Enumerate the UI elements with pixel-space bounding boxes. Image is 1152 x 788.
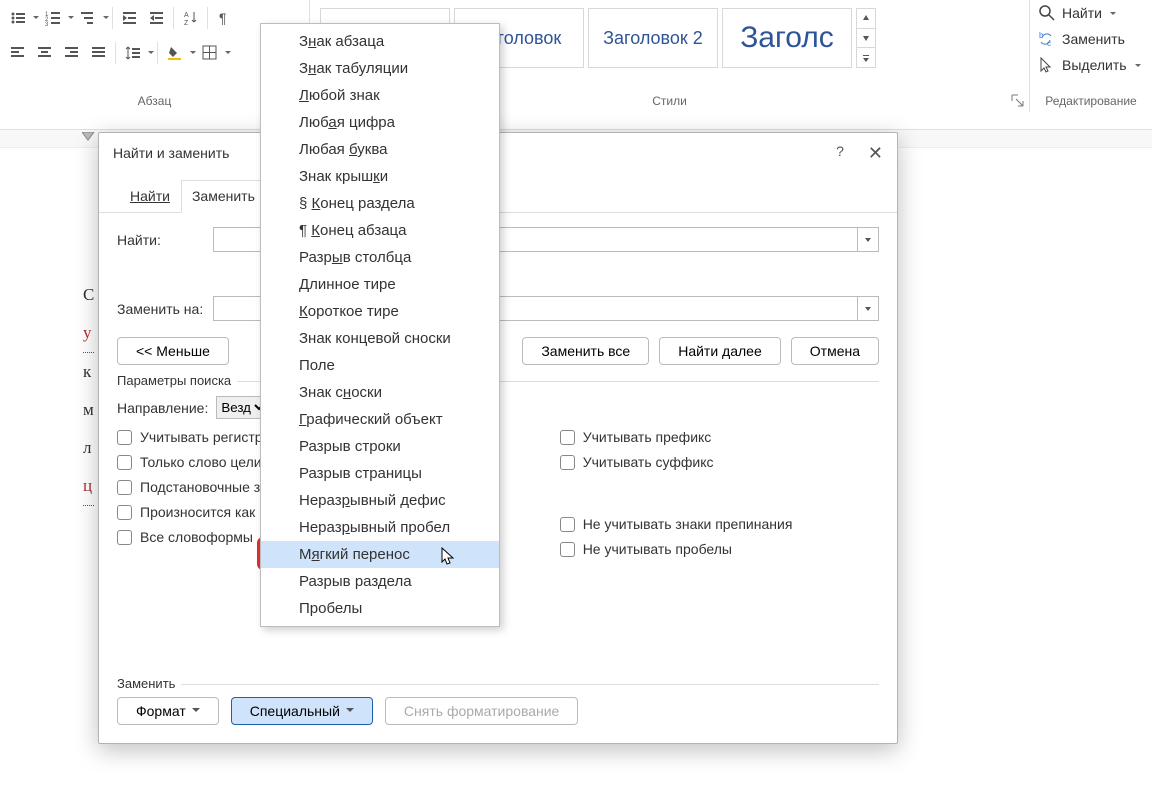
document-text-fragment: Сукмлц — [83, 276, 94, 506]
menu-item[interactable]: Любой знак — [261, 82, 499, 109]
svg-text:¶: ¶ — [219, 10, 227, 26]
checkbox-label: Не учитывать пробелы — [583, 541, 732, 557]
menu-item[interactable]: Знак концевой сноски — [261, 325, 499, 352]
checkbox-label: Произносится как — [140, 504, 255, 520]
menu-item[interactable]: Разрыв столбца — [261, 244, 499, 271]
styles-spinner[interactable] — [856, 8, 876, 68]
align-right-button[interactable] — [58, 39, 85, 66]
dialog-title-text: Найти и заменить — [113, 145, 229, 161]
increase-indent-button[interactable] — [143, 4, 170, 31]
checkbox-label: Все словоформы — [140, 529, 253, 545]
checkbox-icon — [560, 517, 575, 532]
tab-find[interactable]: Найти — [119, 180, 181, 213]
less-button[interactable]: << Меньше — [117, 337, 229, 365]
bullets-button[interactable] — [4, 4, 31, 31]
checkbox-label: Не учитывать знаки препинания — [583, 516, 793, 532]
line-spacing-button[interactable] — [119, 39, 146, 66]
checkbox-label: Учитывать префикс — [583, 429, 712, 445]
select-button[interactable]: Выделить — [1030, 52, 1152, 78]
svg-text:Z: Z — [184, 20, 189, 26]
sort-button[interactable]: AZ — [177, 4, 204, 31]
no-formatting-button: Снять форматирование — [385, 697, 578, 725]
cancel-button[interactable]: Отмена — [791, 337, 879, 365]
menu-item[interactable]: Поле — [261, 352, 499, 379]
direction-label: Направление: — [117, 400, 208, 416]
tab-replace[interactable]: Заменить — [181, 180, 266, 213]
checkbox-icon — [117, 455, 132, 470]
cursor-icon — [1038, 56, 1056, 74]
menu-item[interactable]: Неразрывный дефис — [261, 487, 499, 514]
svg-text:A: A — [184, 12, 189, 19]
multilevel-list-button[interactable] — [74, 4, 101, 31]
checkbox-option[interactable]: Учитывать префикс — [560, 429, 793, 445]
menu-item[interactable]: Разрыв страницы — [261, 460, 499, 487]
menu-item[interactable]: Любая цифра — [261, 109, 499, 136]
checkbox-label: Учитывать регистр — [140, 429, 263, 445]
special-characters-menu[interactable]: Знак абзацаЗнак табуляцииЛюбой знакЛюбая… — [260, 23, 500, 627]
styles-down-icon[interactable] — [857, 29, 875, 49]
menu-item[interactable]: Неразрывный пробел — [261, 514, 499, 541]
ribbon: 123 AZ ¶ Абзац интервала Заголовок — [0, 0, 1152, 130]
replace-all-button[interactable]: Заменить все — [522, 337, 649, 365]
style-heading2[interactable]: Заголовок 2 — [588, 8, 718, 68]
indent-marker-icon[interactable] — [82, 132, 96, 146]
align-center-button[interactable] — [31, 39, 58, 66]
svg-text:3: 3 — [45, 22, 49, 26]
menu-item[interactable]: Мягкий перенос — [261, 541, 499, 568]
format-button[interactable]: Формат — [117, 697, 219, 725]
checkbox-icon — [560, 455, 575, 470]
justify-button[interactable] — [85, 39, 112, 66]
show-hide-button[interactable]: ¶ — [211, 4, 238, 31]
replace-group-legend: Заменить — [117, 676, 181, 691]
replace-history-dropdown[interactable] — [857, 296, 879, 321]
menu-item[interactable]: Короткое тире — [261, 298, 499, 325]
checkbox-icon — [117, 480, 132, 495]
menu-item[interactable]: § Конец раздела — [261, 190, 499, 217]
checkbox-icon — [117, 530, 132, 545]
menu-item[interactable]: ¶ Конец абзаца — [261, 217, 499, 244]
special-button[interactable]: Специальный — [231, 697, 373, 725]
checkbox-label: Учитывать суффикс — [583, 454, 714, 470]
search-icon — [1038, 4, 1056, 22]
style-title[interactable]: Заголс — [722, 8, 852, 68]
checkbox-option[interactable]: Не учитывать пробелы — [560, 541, 793, 557]
find-button[interactable]: Найти — [1030, 0, 1152, 26]
menu-item[interactable]: Знак табуляции — [261, 55, 499, 82]
numbering-button[interactable]: 123 — [39, 4, 66, 31]
menu-item[interactable]: Любая буква — [261, 136, 499, 163]
find-history-dropdown[interactable] — [857, 227, 879, 252]
replace-icon: bc — [1038, 30, 1056, 48]
decrease-indent-button[interactable] — [116, 4, 143, 31]
shading-button[interactable] — [161, 39, 188, 66]
find-label: Найти: — [117, 232, 213, 248]
checkbox-icon — [117, 430, 132, 445]
menu-item[interactable]: Разрыв строки — [261, 433, 499, 460]
menu-item[interactable]: Знак абзаца — [261, 28, 499, 55]
dialog-help-button[interactable]: ? — [836, 143, 844, 164]
dialog-close-button[interactable]: ✕ — [868, 143, 883, 164]
menu-item[interactable]: Знак сноски — [261, 379, 499, 406]
checkbox-option[interactable]: Не учитывать знаки препинания — [560, 516, 793, 532]
checkbox-option[interactable]: Учитывать суффикс — [560, 454, 793, 470]
styles-expand-icon[interactable] — [857, 48, 875, 67]
replace-label: Заменить на: — [117, 301, 213, 317]
find-next-button[interactable]: Найти далее — [659, 337, 781, 365]
checkbox-icon — [560, 542, 575, 557]
menu-item[interactable]: Разрыв раздела — [261, 568, 499, 595]
editing-group-label: Редактирование — [1030, 94, 1152, 112]
search-params-legend: Параметры поиска — [117, 373, 237, 388]
styles-up-icon[interactable] — [857, 9, 875, 29]
menu-item[interactable]: Знак крышки — [261, 163, 499, 190]
menu-item[interactable]: Графический объект — [261, 406, 499, 433]
borders-button[interactable] — [196, 39, 223, 66]
menu-item[interactable]: Длинное тире — [261, 271, 499, 298]
replace-button[interactable]: bc Заменить — [1030, 26, 1152, 52]
checkbox-icon — [117, 505, 132, 520]
menu-item[interactable]: Пробелы — [261, 595, 499, 622]
align-left-button[interactable] — [4, 39, 31, 66]
ribbon-group-editing: Найти bc Заменить Выделить Редактировани… — [1030, 0, 1152, 112]
checkbox-icon — [560, 430, 575, 445]
